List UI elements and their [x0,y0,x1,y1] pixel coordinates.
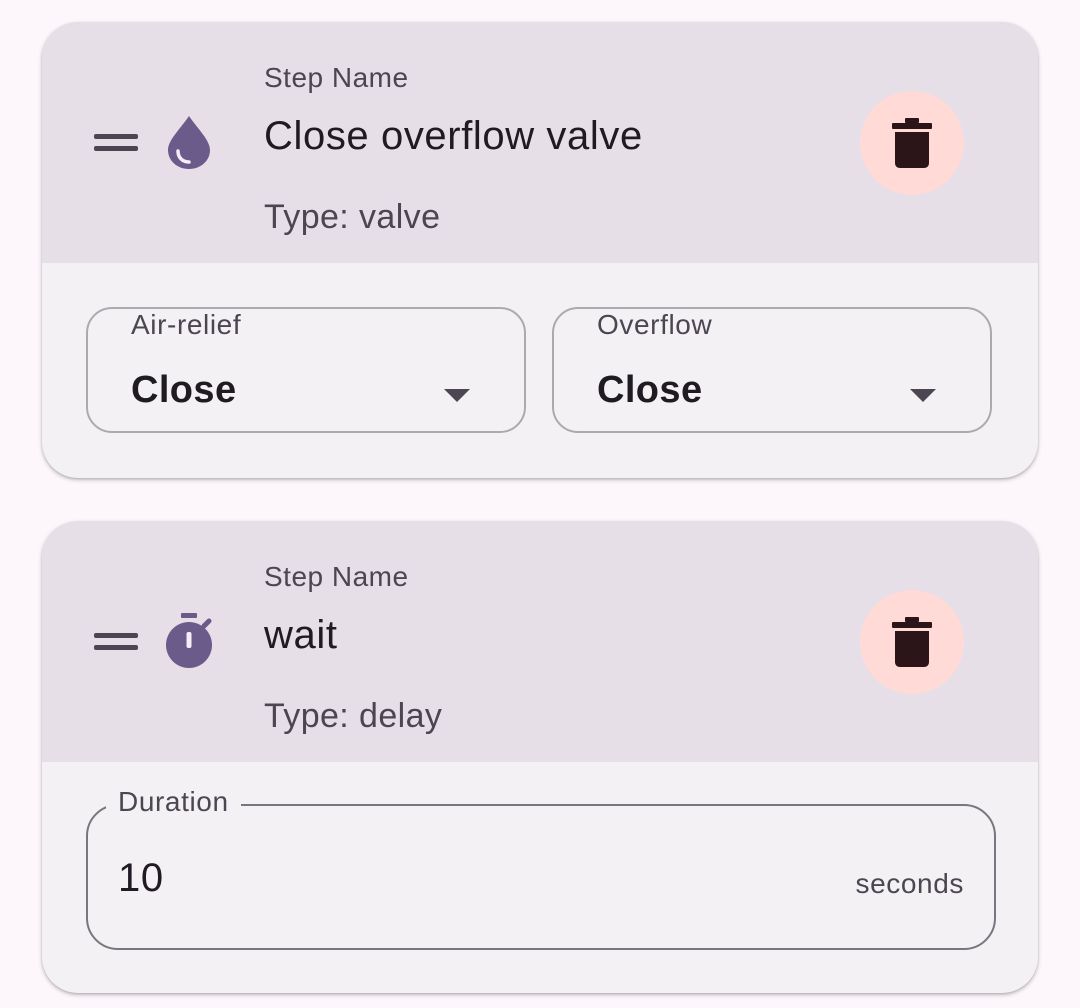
step-name-value[interactable]: Close overflow valve [264,114,643,159]
step-type-text: Type: delay [264,697,443,735]
air-relief-value: Close [131,369,237,411]
overflow-value: Close [597,369,703,411]
delete-step-button[interactable] [860,91,964,195]
overflow-dropdown[interactable]: Overflow Close [552,307,992,433]
step-name-value[interactable]: wait [264,613,338,658]
delete-step-button[interactable] [860,590,964,694]
step-header: Step Name Close overflow valve Type: val… [42,22,1038,263]
dropdown-arrow-icon [444,389,470,402]
air-relief-dropdown[interactable]: Air-relief Close [86,307,526,433]
air-relief-label: Air-relief [131,309,242,340]
timer-icon [166,613,212,669]
duration-input[interactable]: 10 [118,856,164,901]
duration-label: Duration [106,786,241,818]
drag-handle-icon[interactable] [94,633,138,651]
step-card-valve: Step Name Close overflow valve Type: val… [42,22,1038,478]
water-drop-icon [166,114,212,170]
step-type-text: Type: valve [264,198,441,236]
step-card-delay: Step Name wait Type: delay Duration 10 s… [42,521,1038,993]
trash-icon [892,617,932,667]
step-name-label: Step Name [264,561,409,592]
duration-field[interactable]: Duration 10 seconds [86,786,996,950]
dropdown-arrow-icon [910,389,936,402]
drag-handle-icon[interactable] [94,134,138,152]
trash-icon [892,118,932,168]
duration-unit: seconds [855,868,964,899]
overflow-label: Overflow [597,309,713,340]
step-header: Step Name wait Type: delay [42,521,1038,762]
step-name-label: Step Name [264,62,409,93]
